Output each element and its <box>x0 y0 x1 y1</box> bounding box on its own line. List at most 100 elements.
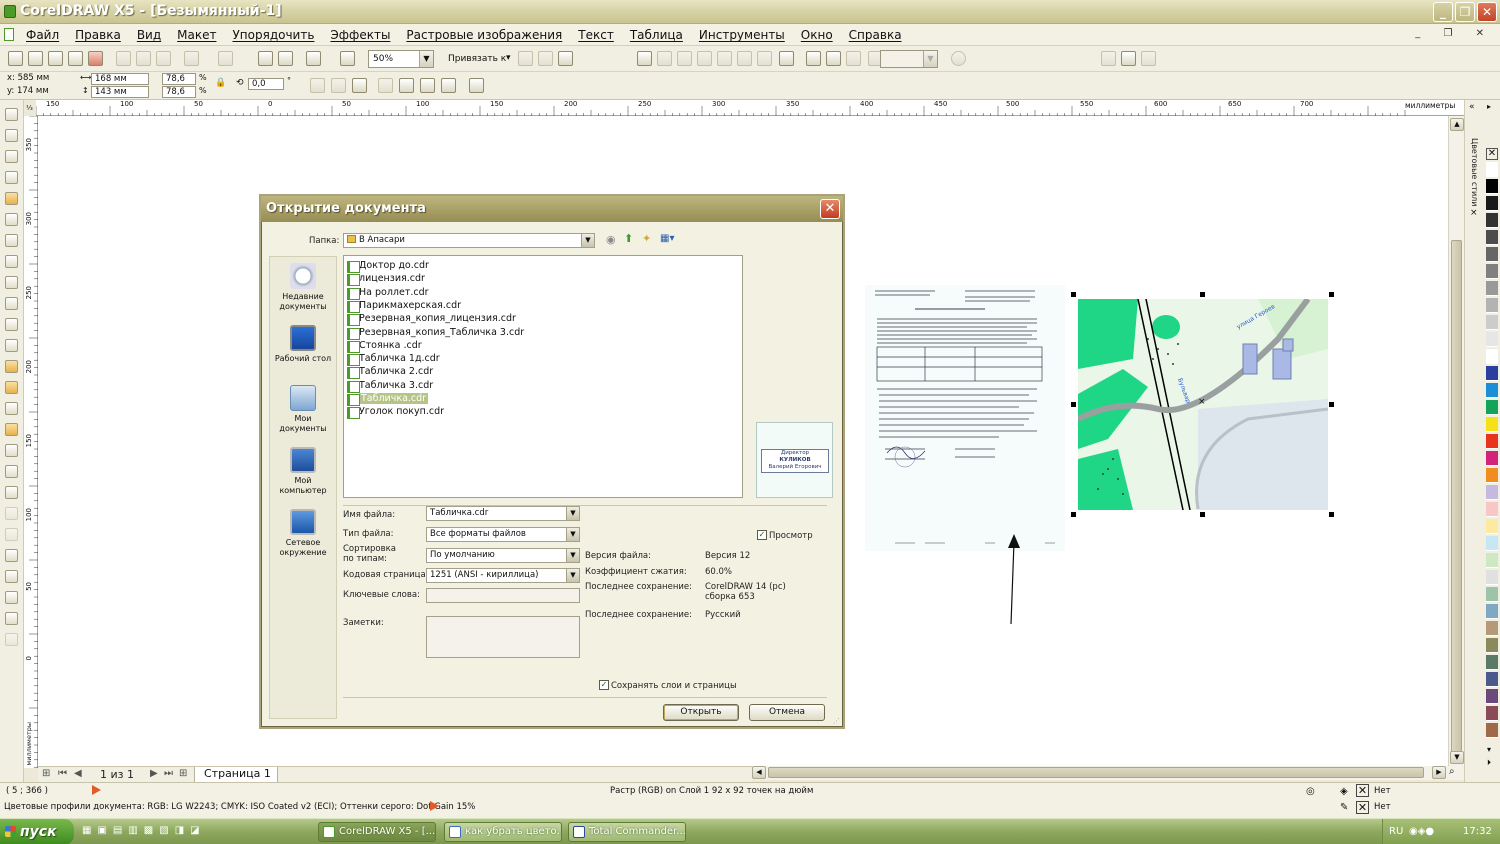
chevron-down-icon[interactable]: ▼ <box>566 549 579 562</box>
sort-select[interactable]: По умолчанию ▼ <box>426 548 580 563</box>
selection-center-icon[interactable]: × <box>1198 398 1206 407</box>
language-indicator[interactable]: RU <box>1389 826 1403 837</box>
cut-icon[interactable] <box>116 51 131 66</box>
snap-to-label[interactable]: Привязать к <box>448 54 506 64</box>
to-back-icon[interactable] <box>846 51 861 66</box>
save-as-icon[interactable] <box>68 51 83 66</box>
start-button[interactable]: пуск <box>0 819 74 844</box>
preview-checkbox[interactable]: ✓ <box>757 530 767 540</box>
minimize-button[interactable]: _ <box>1433 2 1453 22</box>
close-window-button[interactable]: ✕ <box>1477 2 1497 22</box>
import-icon[interactable] <box>258 51 273 66</box>
menu-item[interactable]: Правка <box>75 28 121 42</box>
copy-icon[interactable] <box>136 51 151 66</box>
open-folder-icon[interactable] <box>28 51 43 66</box>
vertical-scrollbar[interactable]: ▲ ▼ <box>1448 116 1464 766</box>
no-outline-swatch-icon[interactable]: ✕ <box>1356 801 1369 814</box>
zoom-navigator-icon[interactable]: ⌕ <box>1449 766 1455 777</box>
scanned-document-image[interactable] <box>865 285 1065 551</box>
dialog-close-button[interactable]: ✕ <box>820 199 840 219</box>
color-swatch[interactable] <box>1486 264 1498 279</box>
taskbar-total-commander-button[interactable]: Total Commander... <box>568 822 686 842</box>
keywords-input[interactable] <box>426 588 580 603</box>
crop-tool-icon[interactable] <box>5 150 18 163</box>
place-my-documents[interactable]: Мои документы <box>270 385 336 434</box>
x-position-field[interactable]: x: 585 мм <box>4 73 74 85</box>
file-list-item[interactable]: Уголок покуп.cdr <box>347 405 444 420</box>
resample-icon[interactable] <box>352 78 367 93</box>
file-list-item[interactable]: Резервная_копия_Табличка 3.cdr <box>347 326 524 340</box>
selection-handle[interactable] <box>1329 512 1334 517</box>
previous-page-icon[interactable]: ◀ <box>74 768 82 779</box>
color-swatch[interactable] <box>1486 366 1498 381</box>
undo-icon[interactable] <box>184 51 199 66</box>
scale-x-field[interactable]: 78,6 <box>162 73 196 85</box>
page-frame-icon[interactable] <box>558 51 573 66</box>
color-profiles-info[interactable]: Цветовые профили документа: RGB: LG W224… <box>4 802 475 812</box>
no-color-swatch[interactable]: ✕ <box>1486 148 1498 160</box>
selection-handle[interactable] <box>1200 292 1205 297</box>
polygon-tool-icon[interactable] <box>5 276 18 289</box>
circle-icon[interactable] <box>951 51 966 66</box>
place-recent[interactable]: Недавние документы <box>270 263 336 312</box>
file-list-item[interactable]: Стоянка .cdr <box>347 339 422 353</box>
taskbar-coreldraw-button[interactable]: CorelDRAW X5 - [... <box>318 822 436 842</box>
connector-tool-icon[interactable] <box>5 381 18 394</box>
scroll-right-icon[interactable]: ▶ <box>1432 766 1446 779</box>
scroll-left-icon[interactable]: ◀ <box>752 766 766 779</box>
group-icon[interactable] <box>737 51 752 66</box>
up-folder-icon[interactable]: ⬆ <box>624 232 633 245</box>
to-front-icon[interactable] <box>826 51 841 66</box>
palette-expand-icon[interactable]: ⏵ <box>1487 758 1491 768</box>
edit-bitmap-icon[interactable] <box>399 78 414 93</box>
selection-handle[interactable] <box>1200 512 1205 517</box>
mirror-vertical-icon[interactable] <box>331 78 346 93</box>
selection-handle[interactable] <box>1071 512 1076 517</box>
close-docker-icon[interactable]: × <box>1470 208 1478 218</box>
extra-tool-icon[interactable] <box>5 633 18 646</box>
file-list-item[interactable]: Парикмахерская.cdr <box>347 299 461 313</box>
taskbar-browser-button[interactable]: как убрать цвето... <box>444 822 562 842</box>
file-list-item[interactable]: На роллет.cdr <box>347 286 429 300</box>
menu-item[interactable]: Вид <box>137 28 161 42</box>
maximize-button[interactable]: ❐ <box>1455 2 1475 22</box>
add-page-icon[interactable]: ⊞ <box>42 768 50 779</box>
file-list-item[interactable]: Доктор до.cdr <box>347 259 429 273</box>
selection-handle[interactable] <box>1071 402 1076 407</box>
new-document-icon[interactable] <box>8 51 23 66</box>
text-tool-icon[interactable] <box>5 318 18 331</box>
mirror-horizontal-icon[interactable] <box>310 78 325 93</box>
menu-item[interactable]: Инструменты <box>699 28 785 42</box>
vertical-scroll-thumb[interactable] <box>1451 240 1462 754</box>
color-swatch[interactable] <box>1486 570 1498 585</box>
app-launcher-icon[interactable] <box>306 51 321 66</box>
selection-handle[interactable] <box>1329 402 1334 407</box>
color-swatch[interactable] <box>1486 383 1498 398</box>
menu-item[interactable]: Справка <box>849 28 902 42</box>
extra-tool-icon[interactable] <box>5 570 18 583</box>
snap-status-icon[interactable]: ◎ <box>1306 786 1315 797</box>
extra-tool-icon[interactable] <box>5 549 18 562</box>
color-swatch[interactable] <box>1486 332 1498 347</box>
page-tab-1[interactable]: Страница 1 <box>194 767 278 783</box>
coreldraw-app-icon[interactable] <box>4 5 16 18</box>
menu-item[interactable]: Эффекты <box>330 28 390 42</box>
menu-item[interactable]: Таблица <box>630 28 683 42</box>
export-icon[interactable] <box>278 51 293 66</box>
no-fill-swatch-icon[interactable]: ✕ <box>1356 784 1369 797</box>
palette-scroll-down-icon[interactable]: ▾ <box>1487 745 1491 754</box>
bitmap-color-mask-icon[interactable] <box>441 78 456 93</box>
rotate-icon[interactable] <box>657 51 672 66</box>
color-swatch[interactable] <box>1486 315 1498 330</box>
document-icon[interactable] <box>4 28 14 41</box>
color-swatch[interactable] <box>1486 213 1498 228</box>
color-swatch[interactable] <box>1486 638 1498 653</box>
save-icon[interactable] <box>48 51 63 66</box>
open-button[interactable]: Открыть <box>663 704 739 721</box>
zoom-tool-icon[interactable] <box>5 171 18 184</box>
color-swatch[interactable] <box>1486 281 1498 296</box>
height-field[interactable]: 143 мм <box>91 86 149 98</box>
wrap-text-icon[interactable] <box>806 51 821 66</box>
chevron-down-icon[interactable]: ▼ <box>566 507 579 520</box>
menu-item[interactable]: Растровые изображения <box>406 28 562 42</box>
